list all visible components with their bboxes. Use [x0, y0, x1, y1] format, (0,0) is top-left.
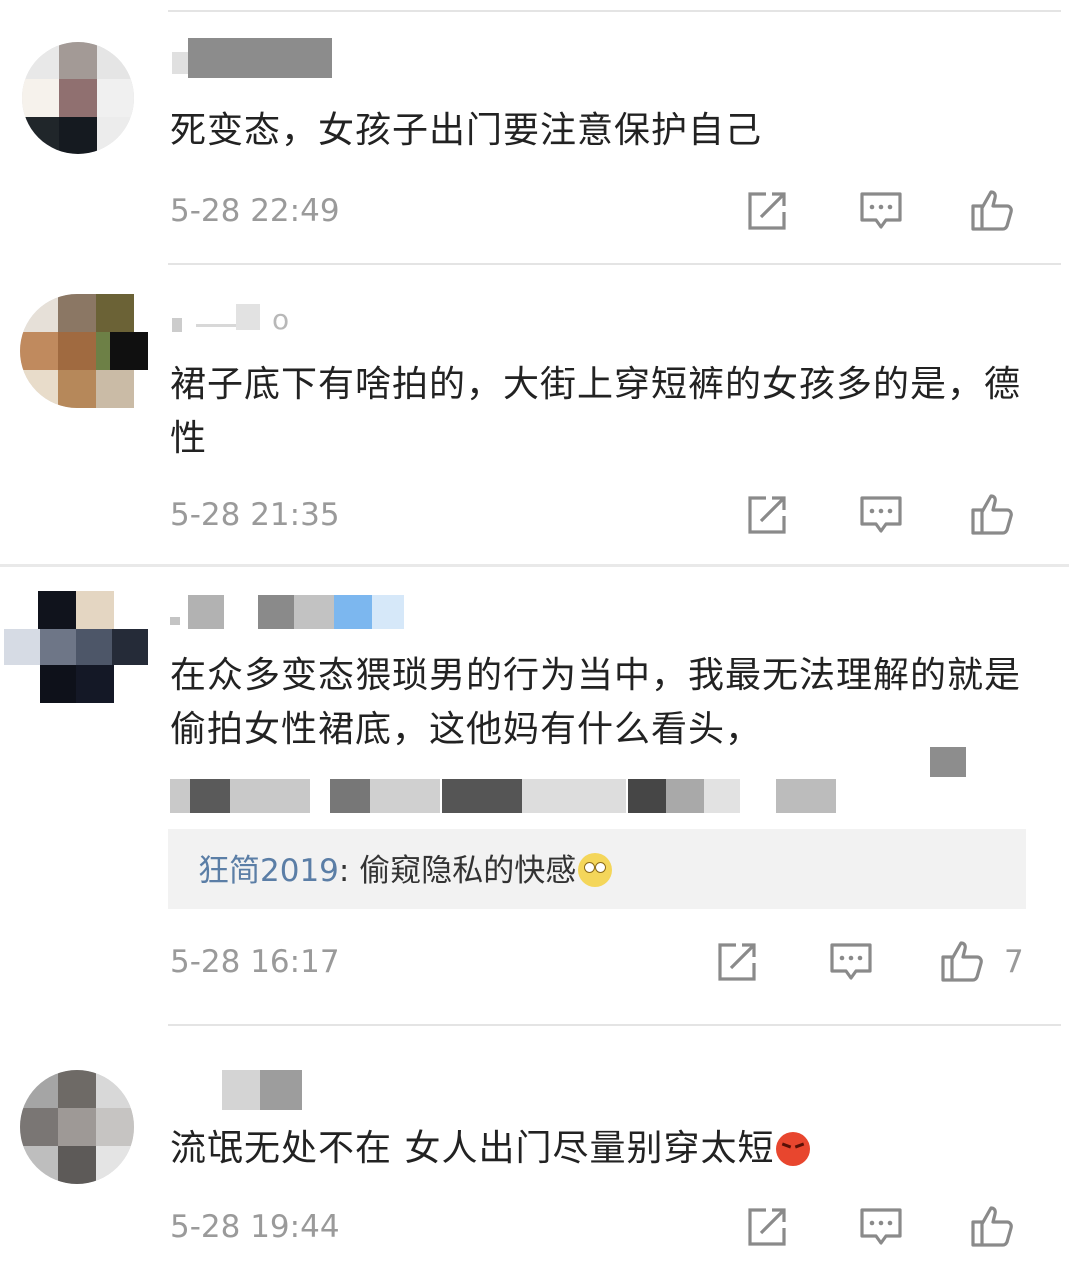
avatar-mosaic	[110, 332, 148, 370]
angry-emoji-icon	[776, 1132, 811, 1166]
username-blurred[interactable]	[172, 38, 332, 78]
username-blurred[interactable]	[170, 591, 406, 631]
reply-preview[interactable]: 狂简2019: 偷窥隐私的快感	[168, 829, 1026, 909]
like-count: 7	[1004, 944, 1024, 980]
blurred-text	[170, 707, 1030, 815]
like-icon[interactable]	[970, 186, 1016, 232]
comment-item: 死变态，女孩子出门要注意保护自己 5-28 22:49	[0, 0, 1069, 264]
like-icon[interactable]	[940, 937, 986, 983]
comment-icon[interactable]	[828, 939, 874, 985]
username-blurred[interactable]	[222, 1070, 306, 1110]
comment-text: 流氓无处不在 女人出门尽量别穿太短	[170, 1122, 1029, 1176]
comment-time: 5-28 22:49	[170, 193, 340, 229]
like-icon[interactable]	[970, 490, 1016, 536]
comment-icon[interactable]	[858, 1204, 904, 1250]
reply-text: 偷窥隐私的快感	[359, 853, 577, 889]
share-icon[interactable]	[744, 492, 790, 538]
avatar[interactable]	[22, 42, 134, 154]
reply-line: 狂简2019: 偷窥隐私的快感	[198, 853, 613, 889]
avatar[interactable]	[4, 591, 148, 703]
eye-roll-emoji-icon	[578, 853, 613, 887]
share-icon[interactable]	[744, 1204, 790, 1250]
reply-username[interactable]: 狂简2019	[198, 853, 339, 889]
comment-time: 5-28 16:17	[170, 944, 340, 980]
comment-icon[interactable]	[858, 188, 904, 234]
like-icon[interactable]	[970, 1202, 1016, 1248]
avatar[interactable]	[20, 1070, 134, 1184]
comment-text-content: 流氓无处不在 女人出门尽量别穿太短	[170, 1128, 775, 1169]
username-blurred[interactable]	[172, 302, 272, 332]
comment-time: 5-28 21:35	[170, 497, 340, 533]
comment-time: 5-28 19:44	[170, 1209, 340, 1245]
comment-text: 死变态，女孩子出门要注意保护自己	[170, 110, 763, 151]
share-icon[interactable]	[744, 188, 790, 234]
comment-text: 裙子底下有啥拍的，大街上穿短裤的女孩多的是，德性	[170, 364, 1022, 459]
comment-item: 在众多变态猥琐男的行为当中，我最无法理解的就是偷拍女性裙底，这他妈有什么看头， …	[0, 567, 1069, 1007]
reply-separator: :	[338, 853, 360, 889]
username-fragment: o	[272, 303, 290, 336]
share-icon[interactable]	[714, 939, 760, 985]
comment-icon[interactable]	[858, 492, 904, 538]
comment-item: 流氓无处不在 女人出门尽量别穿太短 5-28 19:44	[0, 1026, 1069, 1274]
comment-item: o 裙子底下有啥拍的，大街上穿短裤的女孩多的是，德性 5-28 21:35	[0, 264, 1069, 564]
